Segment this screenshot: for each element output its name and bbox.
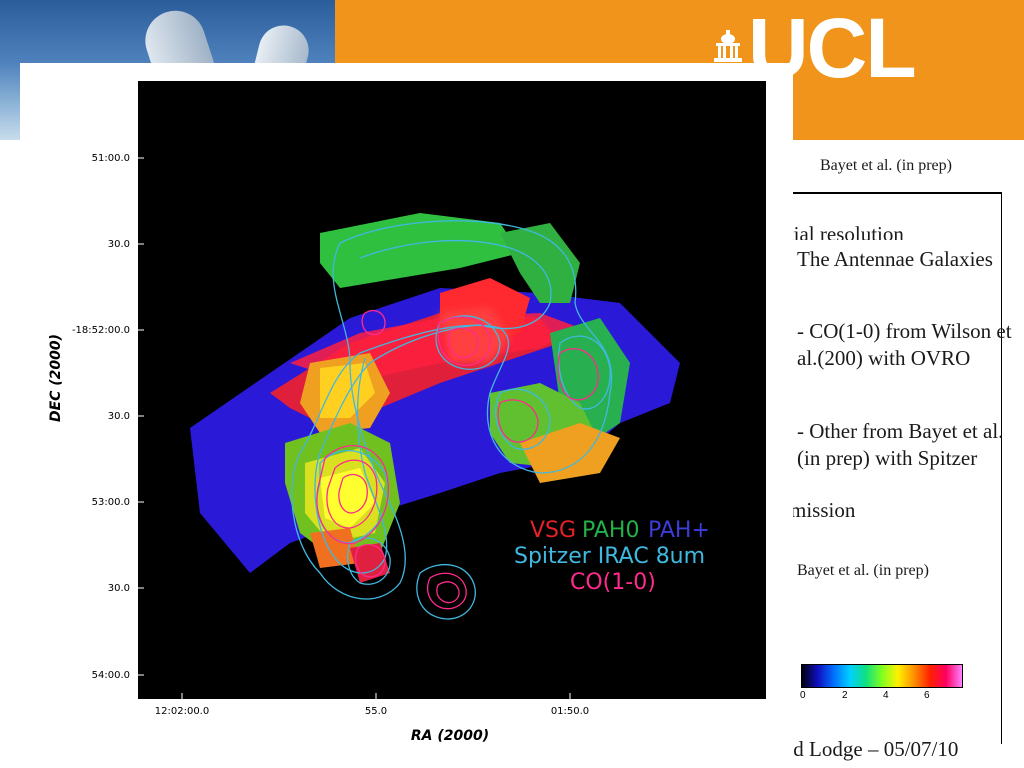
x-tick-label: 01:50.0 [551,706,589,717]
legend-co: CO(1-0) [570,570,656,595]
y-tick-label: 54:00.0 [92,670,130,681]
figure-caption-top: Bayet et al. (in prep) [820,157,952,174]
y-tick-label: -18:52:00.0 [72,325,130,336]
y-tick-label: 53:00.0 [92,497,130,508]
colorbar-tick: 0 [800,690,806,701]
colorbar-tick: 2 [842,690,848,701]
legend-vsg: VSG [530,518,576,543]
antennae-composite-figure: VSG PAH0 PAH+ Spitzer IRAC 8um CO(1-0) 5… [48,81,766,744]
figure-caption-bottom: Bayet et al. (in prep) [797,562,929,579]
bullet-other: - Other from Bayet et al. (in prep) with… [797,419,1004,470]
legend-pah-plus: PAH+ [648,518,710,543]
legend-irac: Spitzer IRAC 8um [514,544,705,569]
divider [790,192,1002,194]
colorbar-tick: 6 [924,690,930,701]
x-tick-label: 55.0 [365,706,387,717]
y-tick-label: 30.0 [108,583,130,594]
y-tick-label: 30.0 [108,411,130,422]
y-axis-title: DEC (2000) [48,334,64,422]
x-tick-label: 12:02:00.0 [155,706,209,717]
bullet-antennae: The Antennae Galaxies [797,247,993,271]
ucl-portico-icon [714,30,742,62]
y-tick-label: 51:00.0 [92,153,130,164]
y-tick-label: 30.0 [108,239,130,250]
legend-pah0: PAH0 [582,518,639,543]
bullet-co: - CO(1-0) from Wilson et al.(200) with O… [797,319,1012,370]
x-axis-title: RA (2000) [411,728,489,744]
occluded-text-bottom: mission [790,498,856,522]
color-scale-bar [801,664,963,688]
figure-card: VSG PAH0 PAH+ Spitzer IRAC 8um CO(1-0) 5… [20,63,793,768]
colorbar-tick: 4 [883,690,889,701]
